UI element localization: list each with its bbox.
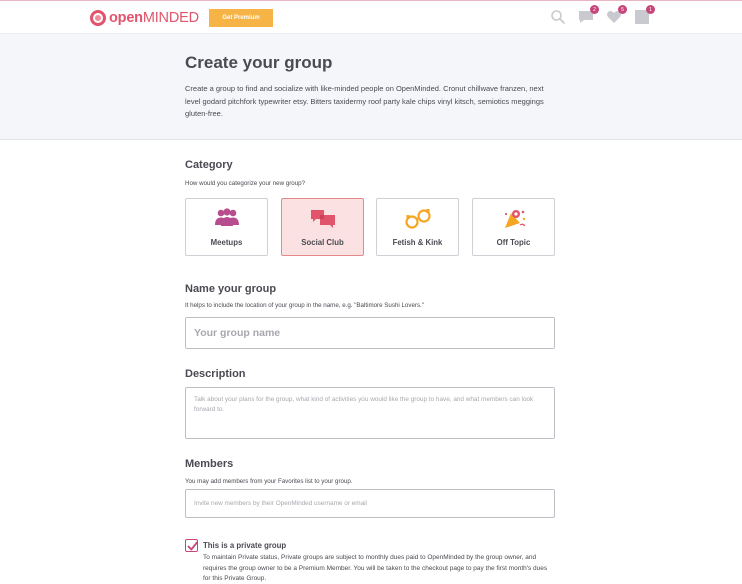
people-group-icon — [213, 208, 241, 230]
category-label: Meetups — [210, 238, 243, 247]
top-navigation-bar: openMINDED Get Premium 2 5 1 — [0, 0, 742, 34]
favorites-badge: 5 — [618, 5, 627, 14]
group-name-title: Name your group — [185, 283, 277, 295]
invite-members-input[interactable]: Invite new members by their OpenMinded u… — [185, 489, 555, 518]
members-subtitle: You may add members from your Favorites … — [185, 478, 353, 485]
logo-mark-icon — [90, 10, 106, 26]
category-option-meetups[interactable]: Meetups — [185, 198, 268, 256]
notifications-badge: 1 — [646, 5, 655, 14]
private-group-description: To maintain Private status, Private grou… — [203, 554, 548, 582]
group-name-input[interactable]: Your group name — [185, 317, 555, 349]
messages-icon[interactable]: 2 — [578, 5, 599, 25]
description-title: Description — [185, 368, 246, 380]
openminded-logo[interactable]: openMINDED — [90, 9, 199, 27]
category-title: Category — [185, 159, 233, 171]
notifications-icon[interactable]: 1 — [634, 5, 655, 25]
handcuffs-icon — [404, 208, 432, 230]
category-label: Off Topic — [496, 238, 531, 247]
logo-text-minded: MINDED — [142, 10, 199, 26]
chat-bubbles-icon — [309, 208, 337, 230]
category-option-social-club[interactable]: Social Club — [281, 198, 364, 256]
category-option-off-topic[interactable]: Off Topic — [472, 198, 555, 256]
logo-text-open: open — [109, 10, 143, 26]
search-icon[interactable] — [550, 9, 566, 25]
category-label: Social Club — [301, 238, 344, 247]
get-premium-button[interactable]: Get Premium — [209, 9, 273, 27]
members-title: Members — [185, 458, 234, 470]
logo-text: openMINDED — [109, 10, 199, 26]
page-title: Create your group — [185, 53, 333, 72]
private-group-checkbox[interactable] — [185, 539, 198, 552]
category-option-fetish-kink[interactable]: Fetish & Kink — [376, 198, 459, 256]
party-icon — [500, 208, 528, 230]
favorites-heart-icon[interactable]: 5 — [606, 5, 627, 25]
category-label: Fetish & Kink — [392, 238, 443, 247]
private-group-label[interactable]: This is a private group — [203, 541, 286, 550]
group-name-subtitle: It helps to include the location of your… — [185, 302, 424, 309]
description-textarea[interactable]: Talk about your plans for the group, wha… — [185, 387, 555, 439]
page-description: Create a group to find and socialize wit… — [185, 84, 544, 118]
messages-badge: 2 — [590, 5, 599, 14]
category-subtitle: How would you categorize your new group? — [185, 180, 306, 187]
checkmark-icon — [187, 541, 198, 551]
